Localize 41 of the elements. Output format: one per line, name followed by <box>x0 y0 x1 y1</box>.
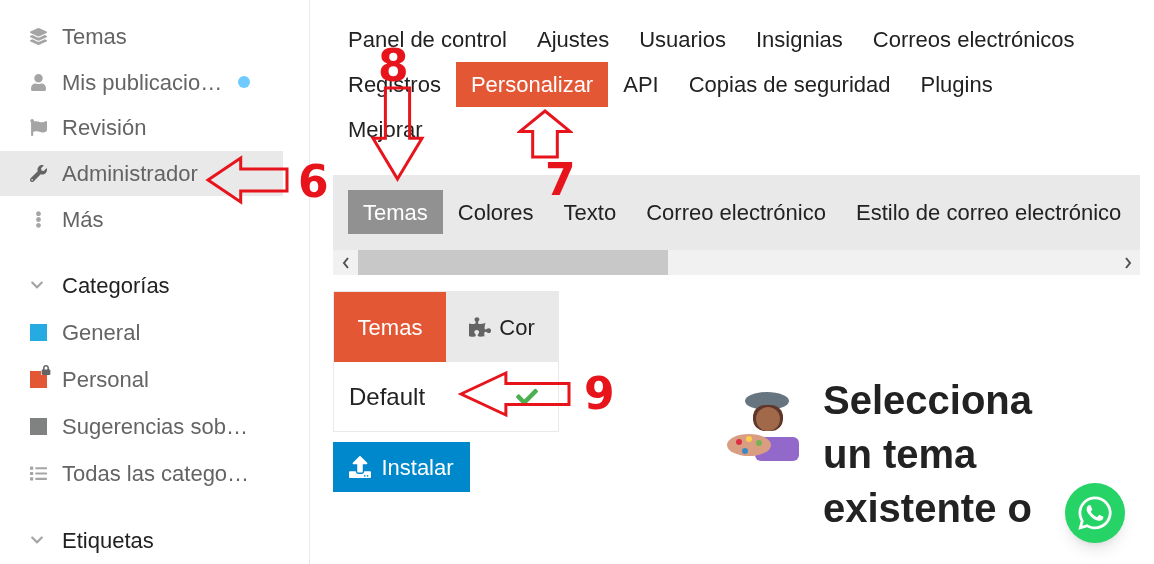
category-item[interactable]: Todas las catego… <box>0 449 309 497</box>
sub-nav-tab[interactable]: Colores <box>457 199 534 225</box>
horizontal-scrollbar[interactable] <box>333 250 1140 275</box>
section-header[interactable]: Categorías <box>0 261 309 309</box>
sidebar-item[interactable]: Temas <box>0 14 283 60</box>
category-item[interactable]: Personal <box>0 355 309 403</box>
admin-nav-link[interactable]: Usuarios <box>639 26 726 52</box>
page-heading: Selecciona un tema existente o <box>823 377 1034 532</box>
sidebar-item[interactable]: Más <box>0 196 283 242</box>
theme-tab[interactable]: Temas <box>334 292 446 362</box>
scrollbar-thumb[interactable] <box>358 250 668 275</box>
admin-nav-link[interactable]: Ajustes <box>537 26 610 52</box>
user-icon <box>30 73 47 91</box>
admin-nav-link[interactable]: Copias de seguridad <box>688 71 891 97</box>
list-icon <box>30 464 47 482</box>
admin-nav-link[interactable]: Correos electrónicos <box>872 26 1075 52</box>
upload-icon <box>349 456 372 478</box>
sidebar-item[interactable]: Administrador <box>0 150 283 197</box>
wrench-icon <box>30 165 47 183</box>
layers-icon <box>30 28 47 46</box>
admin-nav-link[interactable]: Plugins <box>920 71 993 97</box>
whatsapp-icon <box>1076 494 1114 532</box>
category-item[interactable]: General <box>0 308 309 356</box>
sub-nav-tab[interactable]: Estilo de correo electrónico <box>855 199 1122 225</box>
admin-nav-link[interactable]: API <box>623 71 659 97</box>
sidebar-item[interactable]: Mis publicacio… <box>0 59 283 106</box>
annotation-arrow <box>517 108 573 160</box>
flag-icon <box>30 119 47 137</box>
admin-nav-link[interactable]: Insignias <box>755 26 843 52</box>
theme-tab[interactable]: Cor <box>446 292 558 362</box>
whatsapp-button[interactable] <box>1065 483 1125 543</box>
category-item[interactable]: Sugerencias sob… <box>0 402 309 450</box>
annotation-number: 7 <box>545 164 576 196</box>
sub-nav-tab[interactable]: Correo electrónico <box>646 199 826 225</box>
sidebar-item[interactable]: Revisión <box>0 105 283 151</box>
install-button[interactable]: Instalar <box>333 442 470 492</box>
section-header[interactable]: Etiquetas <box>0 516 309 564</box>
admin-nav-link[interactable]: Personalizar <box>455 61 609 107</box>
puzzle-icon <box>469 316 492 338</box>
sub-nav-tab[interactable]: Texto <box>563 199 617 225</box>
theme-list-item[interactable]: Default <box>334 362 558 431</box>
